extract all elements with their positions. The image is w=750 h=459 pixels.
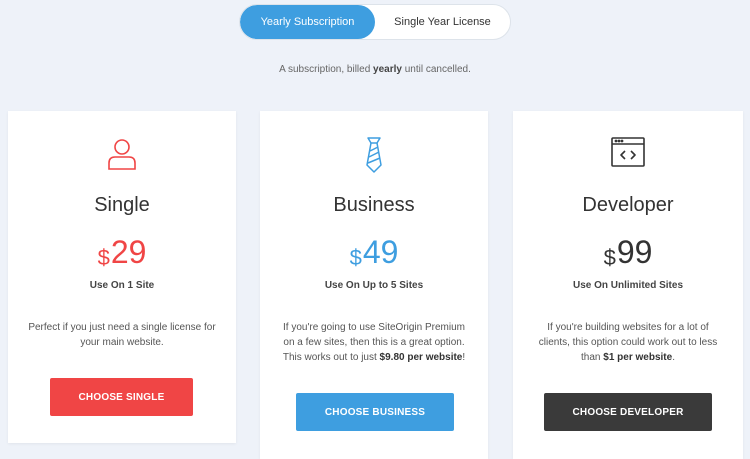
price-amount: 49 (362, 234, 399, 270)
description-text: Perfect if you just need a single licens… (28, 322, 216, 348)
choose-business-button[interactable]: CHOOSE BUSINESS (296, 393, 454, 431)
code-window-icon (513, 137, 743, 173)
plan-name: Developer (582, 194, 674, 216)
plan-price: $49 (260, 234, 488, 276)
choose-developer-button[interactable]: CHOOSE DEVELOPER (544, 393, 712, 431)
currency-symbol: $ (349, 245, 362, 270)
plan-description: If you're going to use SiteOrigin Premiu… (280, 320, 468, 365)
plan-description: Perfect if you just need a single licens… (28, 320, 216, 350)
description-bold: $9.80 per website (379, 352, 463, 363)
plan-name: Single (94, 194, 150, 216)
subtitle-prefix: A subscription, billed (279, 64, 374, 75)
tie-icon (260, 137, 488, 173)
plan-description: If you're building websites for a lot of… (533, 320, 723, 365)
plan-price: $99 (513, 234, 743, 276)
choose-single-button[interactable]: CHOOSE SINGLE (50, 378, 193, 416)
description-bold: $1 per website (603, 352, 673, 363)
single-year-license-tab[interactable]: Single Year License (375, 5, 510, 39)
billing-toggle: Yearly Subscription Single Year License (239, 4, 511, 40)
subtitle-suffix: until cancelled. (401, 64, 471, 75)
plan-card-single: Single $29 Use On 1 Site Perfect if you … (8, 111, 236, 443)
plan-card-developer: Developer $99 Use On Unlimited Sites If … (513, 111, 743, 459)
plan-name: Business (333, 194, 415, 216)
currency-symbol: $ (97, 245, 110, 270)
plan-price: $29 (8, 234, 236, 276)
description-end: . (672, 352, 675, 363)
description-end: ! (462, 352, 466, 363)
currency-symbol: $ (603, 245, 616, 270)
plan-sites: Use On Up to 5 Sites (324, 280, 424, 291)
plan-card-business: Business $49 Use On Up to 5 Sites If you… (260, 111, 488, 459)
plan-sites: Use On 1 Site (89, 280, 155, 291)
yearly-subscription-tab[interactable]: Yearly Subscription (240, 5, 375, 39)
subtitle-bold: yearly (373, 64, 402, 75)
billing-subtitle: A subscription, billed yearly until canc… (0, 64, 750, 75)
user-icon (8, 137, 236, 173)
price-amount: 99 (616, 234, 653, 270)
plan-sites: Use On Unlimited Sites (572, 280, 684, 291)
price-amount: 29 (110, 234, 147, 270)
